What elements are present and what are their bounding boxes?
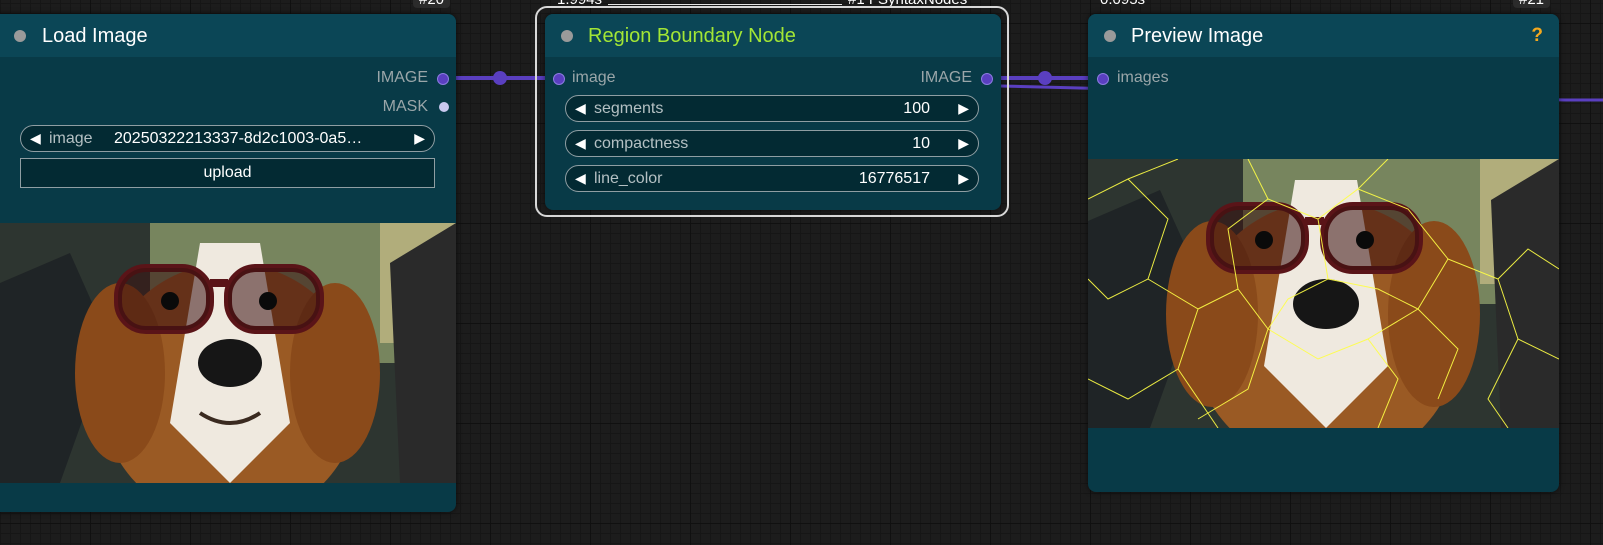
node-title: Region Boundary Node [588,25,796,47]
node-title: Preview Image [1131,25,1264,47]
node-id-badge: #20 [413,0,451,8]
node-id-badge: #21 [1513,0,1551,8]
decrement-arrow-icon[interactable]: ◀ [575,170,586,187]
widget-label: compactness [594,135,689,152]
input-image-socket[interactable] [553,73,565,85]
increment-arrow-icon[interactable]: ▶ [958,135,969,152]
link-midpoint [493,71,507,85]
increment-arrow-icon[interactable]: ▶ [958,100,969,117]
output-image-label: IMAGE [376,69,428,86]
image-widget-value: 20250322213337-8d2c1003-0a5… [114,130,363,147]
image-widget-label: image [49,130,93,147]
widget-label: line_color [594,170,663,187]
segmented-beagle-image [1088,159,1559,428]
output-image-preview [1088,159,1559,428]
node-title-bar[interactable]: Region Boundary Node [545,14,1001,57]
collapse-dot-icon[interactable] [561,30,573,42]
decrement-arrow-icon[interactable]: ◀ [575,100,586,117]
widget-value: 100 [903,100,930,117]
execution-time-badge: 0.095s [1100,0,1145,8]
output-image-socket[interactable] [981,73,993,85]
widget-value: 10 [912,135,930,152]
output-mask-label: MASK [382,98,428,115]
increment-arrow-icon[interactable]: ▶ [958,170,969,187]
load-image-node[interactable]: Load Image IMAGE MASK ◀ image 2025032221… [0,14,456,512]
compactness-widget[interactable]: ◀ compactness 10 ▶ [565,130,979,157]
beagle-image [0,223,456,483]
preview-image-node[interactable]: Preview Image ? images [1088,14,1559,492]
output-mask-socket[interactable] [439,102,449,112]
input-image-label: image [572,69,616,86]
increment-arrow-icon[interactable]: ▶ [414,130,425,147]
badge-line [608,4,842,5]
output-image-label: IMAGE [920,69,972,86]
help-icon[interactable]: ? [1531,25,1543,47]
input-images-label: images [1117,69,1169,86]
region-boundary-node[interactable]: Region Boundary Node image IMAGE ◀ segme… [545,14,1001,210]
widget-value: 16776517 [858,170,930,187]
node-title-bar[interactable]: Preview Image ? [1088,14,1559,57]
link-midpoint [1038,71,1052,85]
output-image-socket[interactable] [437,73,449,85]
decrement-arrow-icon[interactable]: ◀ [575,135,586,152]
input-images-socket[interactable] [1097,73,1109,85]
upload-button[interactable]: upload [20,158,435,188]
collapse-dot-icon[interactable] [1104,30,1116,42]
image-file-combo[interactable]: ◀ image 20250322213337-8d2c1003-0a5… ▶ [20,125,435,152]
node-title-bar[interactable]: Load Image [0,14,456,57]
decrement-arrow-icon[interactable]: ◀ [30,130,41,147]
segments-widget[interactable]: ◀ segments 100 ▶ [565,95,979,122]
node-title: Load Image [42,25,148,47]
line-color-widget[interactable]: ◀ line_color 16776517 ▶ [565,165,979,192]
widget-label: segments [594,100,664,117]
collapse-dot-icon[interactable] [14,30,26,42]
loaded-image-preview [0,223,456,483]
